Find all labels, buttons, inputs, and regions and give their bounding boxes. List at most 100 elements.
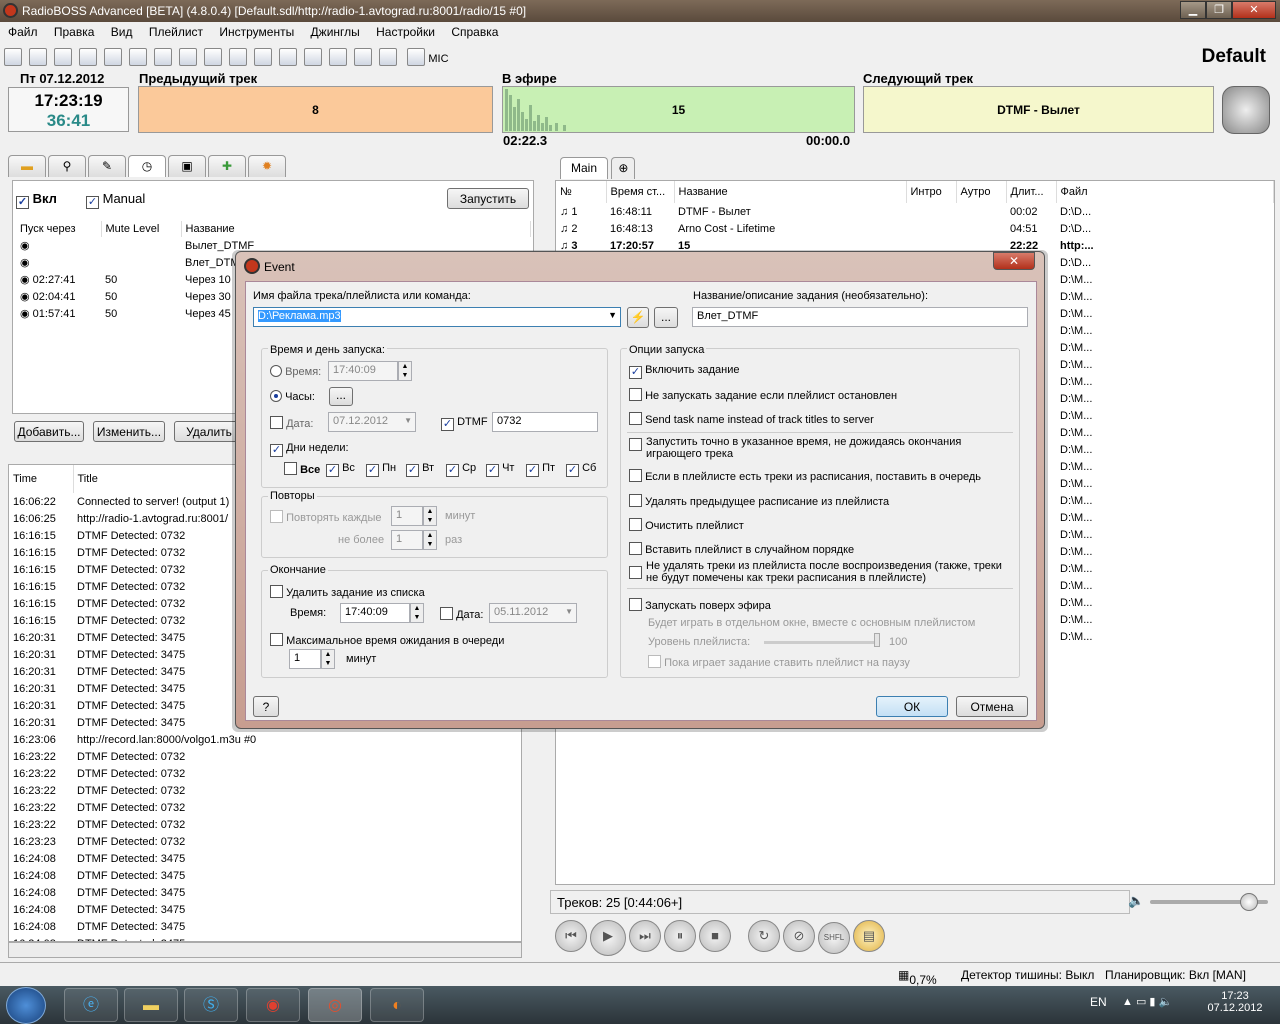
next-track[interactable]: DTMF - Вылет [863, 86, 1214, 133]
end-date-checkbox[interactable] [440, 607, 453, 620]
menu-settings[interactable]: Настройки [376, 25, 435, 39]
on-air-track[interactable]: 15 [502, 86, 855, 133]
loop-icon[interactable]: ↻ [748, 920, 780, 952]
menu-tools[interactable]: Инструменты [219, 25, 294, 39]
menu-jingles[interactable]: Джинглы [311, 25, 360, 39]
menu-edit[interactable]: Правка [54, 25, 95, 39]
pause-icon[interactable]: ⏸ [664, 920, 696, 952]
level-slider-thumb[interactable] [874, 633, 880, 647]
option-skip-if-stopped-checkbox[interactable] [629, 388, 642, 401]
log-row[interactable]: 16:23:22 DTMF Detected: 0732 [9, 748, 521, 765]
repeat-spin[interactable]: ▲ ▼ [423, 506, 437, 526]
chrome-icon[interactable]: ◉ [246, 988, 300, 1022]
time-input[interactable]: 17:40:09 [328, 361, 398, 381]
option-enable-task-checkbox[interactable]: ✓ [629, 366, 642, 379]
day-mon[interactable]: ✓ Пн [366, 462, 396, 477]
weekdays-checkbox[interactable]: ✓ [270, 444, 283, 457]
open-icon[interactable] [29, 48, 47, 66]
time-radio[interactable] [270, 365, 282, 377]
volume-thumb[interactable] [1240, 893, 1259, 911]
log-row[interactable]: 16:24:08 DTMF Detected: 3475 [9, 901, 521, 918]
scheduler-enabled-checkbox[interactable]: ✓ [16, 196, 29, 209]
tab-tag-icon[interactable]: ✎ [88, 155, 126, 177]
playlist-row[interactable]: ♫ 1 16:48:11 DTMF - Вылет 00:02 D:\D... [556, 203, 1274, 220]
day-tue[interactable]: ✓ Вт [406, 462, 434, 477]
column-header[interactable]: Длит... [1006, 181, 1057, 203]
time-spin[interactable]: ▲ ▼ [398, 361, 412, 381]
log-row[interactable]: 16:24:08 DTMF Detected: 3475 [9, 867, 521, 884]
dropdown-arrow-icon[interactable]: ▼ [608, 310, 617, 320]
mic-icon[interactable] [407, 48, 426, 66]
minimize-button[interactable]: ▁ [1180, 1, 1206, 19]
option-start-exact-checkbox[interactable] [629, 438, 642, 451]
column-header[interactable]: Название [674, 181, 907, 203]
explorer-icon[interactable]: ▬ [124, 988, 178, 1022]
tab-stats-icon[interactable]: ▣ [168, 155, 206, 177]
log-row[interactable]: 16:23:23 DTMF Detected: 0732 [9, 833, 521, 850]
save-as-icon[interactable] [79, 48, 97, 66]
menu-help[interactable]: Справка [451, 25, 498, 39]
end-time-spin[interactable]: ▲ ▼ [410, 603, 424, 623]
dtmf-input[interactable]: 0732 [492, 412, 598, 432]
option-keep-tracks-checkbox[interactable] [629, 566, 642, 579]
mic-label[interactable]: MIC [428, 53, 448, 65]
dtmf-checkbox[interactable]: ✓ [441, 418, 454, 431]
log-horizontal-scrollbar[interactable] [8, 942, 522, 958]
column-header[interactable]: № [556, 181, 607, 203]
cancel-button[interactable]: Отмена [956, 696, 1028, 717]
edit-button[interactable]: Изменить... [93, 421, 165, 442]
help-button[interactable]: ? [253, 696, 279, 717]
new-icon[interactable] [4, 48, 22, 66]
close-button[interactable]: ✕ [1232, 1, 1276, 19]
tab-search-icon[interactable]: ⚲ [48, 155, 86, 177]
max-wait-spin[interactable]: ▲ ▼ [321, 649, 335, 669]
max-wait-input[interactable]: 1 [289, 649, 321, 669]
log-row[interactable]: 16:23:22 DTMF Detected: 0732 [9, 799, 521, 816]
disable-icon[interactable]: ⊘ [783, 920, 815, 952]
not-more-input[interactable]: 1 [391, 530, 423, 550]
stop-icon[interactable]: ■ [699, 920, 731, 952]
menu-file[interactable]: Файл [8, 25, 38, 39]
hours-button[interactable]: ... [329, 387, 353, 406]
day-sat[interactable]: ✓ Сб [566, 462, 596, 477]
ok-button[interactable]: ОК [876, 696, 948, 717]
column-header[interactable]: Время ст... [606, 181, 675, 203]
delete-task-checkbox[interactable] [270, 585, 283, 598]
previous-icon[interactable]: ⏮ [555, 920, 587, 952]
shuffle-icon[interactable]: SHFL [818, 922, 850, 954]
date-input[interactable]: 07.12.2012 ▼ [328, 412, 416, 432]
tab-puzzle-icon[interactable]: ✚ [208, 155, 246, 177]
tab-main[interactable]: Main [560, 157, 609, 179]
dialog-close-button[interactable]: ✕ [993, 252, 1035, 270]
add-button[interactable]: Добавить... [14, 421, 84, 442]
paste-icon[interactable] [154, 48, 172, 66]
column-header[interactable]: Файл [1056, 181, 1274, 203]
day-thu[interactable]: ✓ Чт [486, 462, 514, 477]
ie-icon[interactable]: ⓔ [64, 988, 118, 1022]
globe-icon[interactable] [329, 48, 347, 66]
add-track-icon[interactable] [204, 48, 222, 66]
radioboss-icon[interactable]: ◎ [308, 988, 362, 1022]
tab-scheduler-icon[interactable]: ◷ [128, 155, 166, 177]
manual-checkbox[interactable]: ✓ [86, 196, 99, 209]
add-playlist-icon[interactable] [229, 48, 247, 66]
option-send-task-name-checkbox[interactable] [629, 412, 642, 425]
mix-icon[interactable] [304, 48, 322, 66]
tab-plugin-icon[interactable]: ✹ [248, 155, 286, 177]
tray-clock[interactable]: 17:23 07.12.2012 [1203, 990, 1267, 1014]
max-wait-checkbox[interactable] [270, 633, 283, 646]
menu-playlist[interactable]: Плейлист [149, 25, 203, 39]
schedule-icon[interactable]: ▤ [853, 920, 885, 952]
column-header[interactable]: Mute Level [101, 221, 182, 237]
option-shuffle-checkbox[interactable] [629, 542, 642, 555]
option-over-air-checkbox[interactable] [629, 598, 642, 611]
end-time-input[interactable]: 17:40:09 [340, 603, 410, 623]
add-folder-icon[interactable] [279, 48, 297, 66]
menu-view[interactable]: Вид [111, 25, 133, 39]
level-slider-track[interactable] [764, 641, 878, 644]
day-sun[interactable]: ✓ Вс [326, 462, 355, 477]
option-remove-previous-checkbox[interactable] [629, 494, 642, 507]
skype-icon[interactable]: Ⓢ [184, 988, 238, 1022]
tray-icons[interactable]: ▲ ▭ ▮ 🔈 [1122, 995, 1172, 1008]
log-row[interactable]: 16:24:08 DTMF Detected: 3475 [9, 850, 521, 867]
